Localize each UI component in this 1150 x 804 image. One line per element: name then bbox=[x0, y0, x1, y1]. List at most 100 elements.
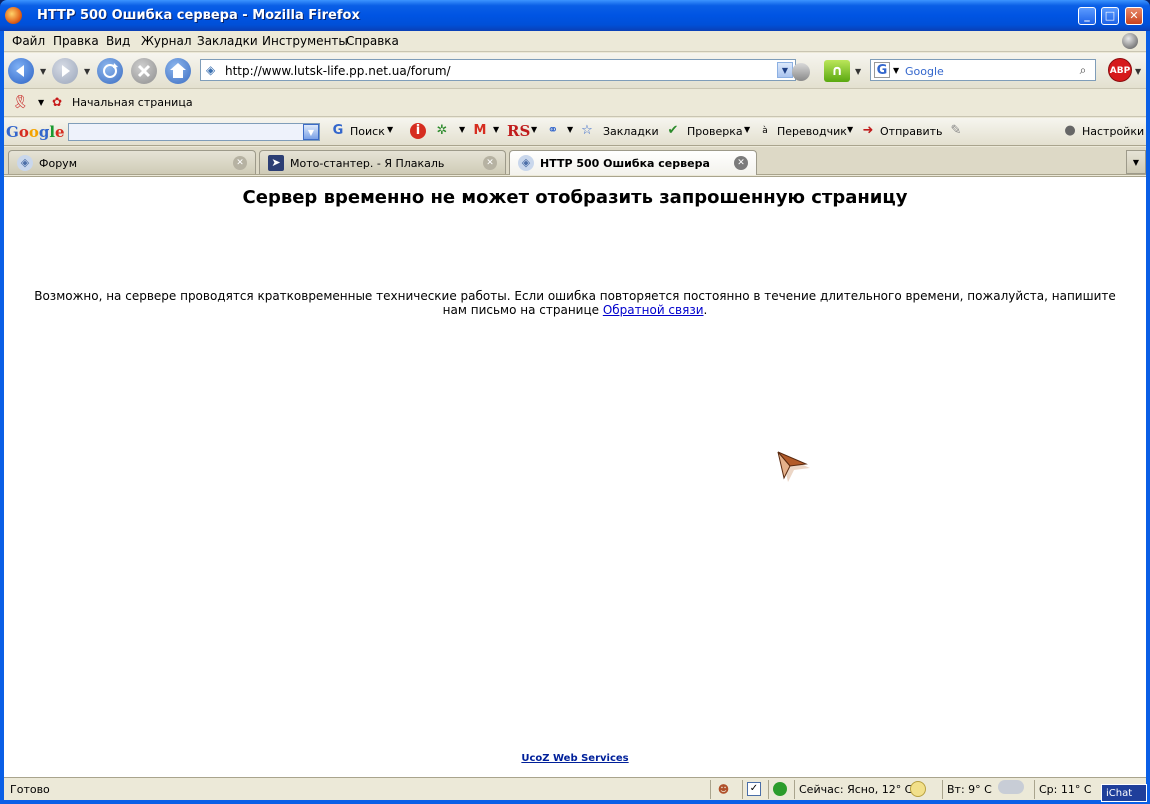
tab-moto-stunter[interactable]: ➤ Мото-стантер. - Я Плакаль ✕ bbox=[259, 150, 506, 174]
google-toolbar: Google ▼ G Поиск ▼ i ✲ ▼ M ▼ RS ▼ ⚭ ▼ ☆ … bbox=[4, 118, 1146, 146]
bookmark-home-page[interactable]: Начальная страница bbox=[72, 96, 193, 109]
firefox-icon bbox=[5, 7, 22, 24]
reload-icon bbox=[103, 63, 118, 78]
search-input[interactable]: Google bbox=[905, 65, 944, 78]
url-history-dropdown[interactable]: ▼ bbox=[777, 62, 793, 78]
back-history-dropdown[interactable]: ▼ bbox=[40, 67, 46, 76]
stop-button[interactable] bbox=[131, 58, 157, 84]
url-bar[interactable]: ◈ http://www.lutsk-life.pp.net.ua/forum/… bbox=[200, 59, 796, 81]
info-icon[interactable]: i bbox=[410, 123, 426, 139]
forward-button[interactable] bbox=[52, 58, 78, 84]
menu-file[interactable]: Файл bbox=[12, 34, 45, 48]
tab-label: HTTP 500 Ошибка сервера bbox=[540, 157, 710, 170]
home-page-icon: ✿ bbox=[52, 95, 63, 109]
spellcheck-dropdown[interactable]: ▼ bbox=[744, 125, 750, 134]
back-arrow-icon bbox=[16, 65, 24, 77]
error-message: Возможно, на сервере проводятся кратковр… bbox=[34, 289, 1116, 317]
google-search-dropdown-arrow[interactable]: ▼ bbox=[387, 125, 393, 134]
back-button[interactable] bbox=[8, 58, 34, 84]
gmail-dropdown[interactable]: ▼ bbox=[493, 125, 499, 134]
feedback-link[interactable]: Обратной связи bbox=[603, 303, 704, 317]
puzzle-icon[interactable]: ✲ bbox=[434, 123, 450, 139]
window-title: HTTP 500 Ошибка сервера - Mozilla Firefo… bbox=[37, 8, 360, 23]
tab-forum[interactable]: ◈ Форум ✕ bbox=[8, 150, 256, 174]
extension-dropdown[interactable]: ▼ bbox=[855, 67, 861, 76]
share-dropdown[interactable]: ▼ bbox=[567, 125, 573, 134]
google-search-input[interactable]: ▼ bbox=[68, 123, 320, 141]
pointer-favicon-icon: ➤ bbox=[268, 155, 284, 171]
tab-label: Мото-стантер. - Я Плакаль bbox=[290, 157, 445, 170]
menu-edit[interactable]: Правка bbox=[53, 34, 99, 48]
throbber-icon bbox=[1122, 33, 1138, 49]
spellcheck-button[interactable]: Проверка bbox=[687, 125, 743, 138]
reload-button[interactable] bbox=[97, 58, 123, 84]
highlighter-icon[interactable]: ✎ bbox=[948, 123, 964, 139]
weather-now[interactable]: Сейчас: Ясно, 12° C bbox=[794, 780, 924, 799]
go-button[interactable] bbox=[792, 63, 810, 81]
cloud-icon bbox=[998, 780, 1024, 794]
google-g-icon: G bbox=[332, 123, 344, 138]
extension-icon[interactable]: ∩ bbox=[824, 60, 850, 82]
page-content: Сервер временно не может отобразить запр… bbox=[4, 176, 1146, 777]
tab-http-500[interactable]: ◈ HTTP 500 Ошибка сервера ✕ bbox=[509, 150, 757, 175]
translate-icon: à bbox=[762, 126, 768, 136]
all-tabs-dropdown[interactable]: ▼ bbox=[1126, 150, 1146, 174]
url-text[interactable]: http://www.lutsk-life.pp.net.ua/forum/ bbox=[225, 64, 451, 78]
status-green-icon[interactable] bbox=[768, 780, 792, 799]
send-button[interactable]: Отправить bbox=[880, 125, 943, 138]
window-title-bar[interactable]: HTTP 500 Ошибка сервера - Mozilla Firefo… bbox=[0, 0, 1150, 31]
tab-close-icon[interactable]: ✕ bbox=[233, 156, 247, 170]
status-checkbox-icon[interactable]: ✓ bbox=[742, 780, 764, 799]
star-icon: ☆ bbox=[581, 123, 593, 138]
stop-icon bbox=[137, 64, 151, 78]
spellcheck-icon: ✔ bbox=[667, 123, 679, 138]
puzzle-dropdown[interactable]: ▼ bbox=[459, 125, 465, 134]
ucoz-link[interactable]: UcoZ Web Services bbox=[521, 753, 628, 764]
engine-dropdown[interactable]: ▼ bbox=[893, 66, 899, 75]
translate-button[interactable]: Переводчик bbox=[777, 125, 847, 138]
close-button[interactable]: ✕ bbox=[1125, 7, 1143, 25]
page-title: Сервер временно не может отобразить запр… bbox=[242, 187, 908, 208]
gmail-icon[interactable]: M bbox=[472, 123, 488, 139]
status-bar: Готово ☻ ✓ Сейчас: Ясно, 12° C Вт: 9° C … bbox=[4, 777, 1146, 800]
minimize-button[interactable]: _ bbox=[1078, 7, 1096, 25]
adblock-dropdown[interactable]: ▼ bbox=[1135, 67, 1141, 76]
menu-view[interactable]: Вид bbox=[106, 34, 130, 48]
maximize-button[interactable]: □ bbox=[1101, 7, 1119, 25]
google-engine-icon[interactable]: G bbox=[874, 62, 890, 78]
site-identity-icon: ◈ bbox=[518, 155, 534, 171]
error-message-text: Возможно, на сервере проводятся кратковр… bbox=[34, 289, 1116, 317]
search-bar[interactable]: G ▼ Google ⌕ bbox=[870, 59, 1096, 81]
ichat-button[interactable]: iChat bbox=[1101, 784, 1147, 802]
translate-dropdown[interactable]: ▼ bbox=[847, 125, 853, 134]
tab-close-icon[interactable]: ✕ bbox=[734, 156, 748, 170]
share-icon[interactable]: ⚭ bbox=[545, 123, 561, 139]
search-magnifier-icon[interactable]: ⌕ bbox=[1073, 62, 1093, 78]
tab-bar: ◈ Форум ✕ ➤ Мото-стантер. - Я Плакаль ✕ … bbox=[4, 147, 1146, 175]
footer: UcoZ Web Services bbox=[4, 753, 1146, 764]
tab-close-icon[interactable]: ✕ bbox=[483, 156, 497, 170]
weather-wednesday[interactable]: Ср: 11° C bbox=[1034, 780, 1104, 799]
site-identity-icon: ◈ bbox=[206, 63, 216, 77]
forward-history-dropdown[interactable]: ▼ bbox=[84, 67, 90, 76]
rs-dropdown[interactable]: ▼ bbox=[531, 125, 537, 134]
menu-history[interactable]: Журнал bbox=[141, 34, 192, 48]
rs-icon[interactable]: RS bbox=[507, 122, 530, 140]
forward-arrow-icon bbox=[62, 65, 70, 77]
adblock-plus-icon[interactable]: ABP bbox=[1108, 58, 1132, 82]
google-search-button[interactable]: Поиск bbox=[350, 125, 385, 138]
status-text: Готово bbox=[10, 783, 50, 796]
settings-icon: ● bbox=[1064, 123, 1076, 138]
menu-help[interactable]: Справка bbox=[346, 34, 399, 48]
error-message-end: . bbox=[703, 303, 708, 317]
bookmarks-dropdown[interactable]: ▼ bbox=[38, 98, 44, 107]
google-bookmarks-button[interactable]: Закладки bbox=[603, 125, 659, 138]
ribbon-icon[interactable]: 🎗 bbox=[12, 95, 29, 110]
menu-tools[interactable]: Инструменты bbox=[262, 34, 348, 48]
status-monkey-icon[interactable]: ☻ bbox=[710, 780, 736, 799]
google-search-dropdown[interactable]: ▼ bbox=[303, 124, 319, 140]
home-button[interactable] bbox=[165, 58, 191, 84]
menu-bookmarks[interactable]: Закладки bbox=[197, 34, 258, 48]
menu-bar: Файл Правка Вид Журнал Закладки Инструме… bbox=[4, 31, 1146, 52]
settings-button[interactable]: Настройки bbox=[1082, 125, 1144, 138]
